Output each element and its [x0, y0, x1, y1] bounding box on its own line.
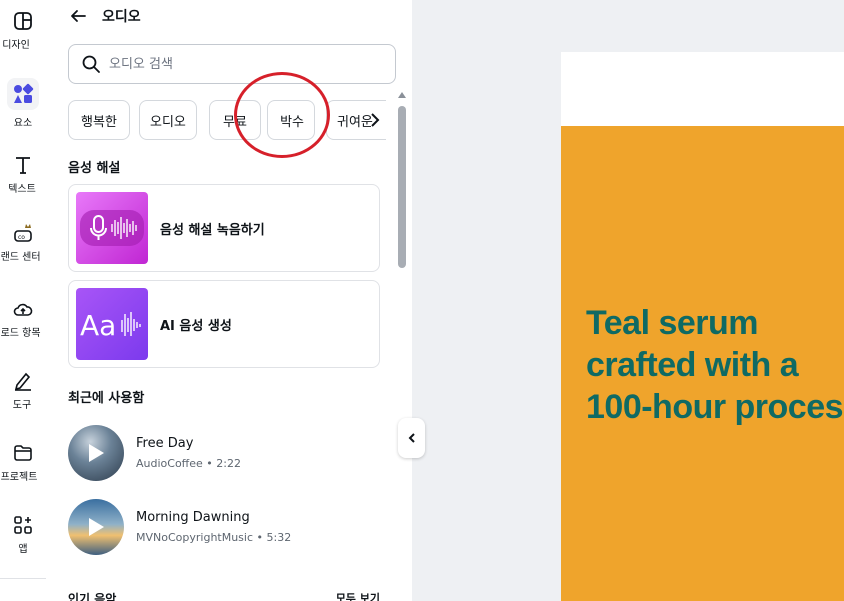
- voice-section-title: 음성 해설: [68, 161, 121, 176]
- ai-voice-text-icon: Aa: [80, 309, 141, 342]
- design-page-top[interactable]: [561, 52, 844, 126]
- left-rail: 디자인 요소 텍스트 co 브랜드 센터 업로드 항목 도구 프로젝트 앱: [0, 0, 46, 601]
- record-voiceover-label: 음성 해설 녹음하기: [160, 222, 265, 238]
- popular-music-header: 인기 음악 모두 보기: [68, 590, 380, 601]
- brand-center-icon: co: [14, 224, 32, 242]
- design-headline-text[interactable]: Teal serum crafted with a 100-hour proce…: [586, 302, 844, 428]
- see-all-link[interactable]: 모두 보기: [336, 590, 380, 601]
- track-meta: MVNoCopyrightMusic • 5:32: [136, 531, 292, 544]
- scroll-thumb[interactable]: [398, 106, 406, 268]
- audio-panel: 오디오 행복한 오디오 무료 박수 귀여운 음성 해설 음성 해설 녹음하기 A…: [46, 0, 412, 601]
- rail-item-tools[interactable]: 도구: [0, 370, 46, 411]
- rail-label-apps: 앱: [18, 544, 28, 555]
- popular-section-title: 인기 음악: [68, 592, 117, 601]
- rail-item-brand[interactable]: co 브랜드 센터: [0, 222, 46, 263]
- rail-divider: [0, 578, 46, 579]
- chip-happy[interactable]: 행복한: [68, 100, 130, 140]
- filter-chips: 행복한 오디오 무료 박수 귀여운: [68, 100, 386, 140]
- track-title: Morning Dawning: [136, 510, 250, 525]
- chevron-right-icon[interactable]: [366, 110, 384, 130]
- voiceover-thumbnail: [76, 192, 148, 264]
- rail-item-projects[interactable]: 프로젝트: [0, 442, 46, 483]
- track-item[interactable]: Free Day AudioCoffee • 2:22: [68, 423, 378, 483]
- panel-header: 오디오: [68, 4, 141, 28]
- design-layout-icon: [14, 12, 32, 30]
- rail-label-uploads: 업로드 항목: [0, 328, 41, 339]
- chip-audio[interactable]: 오디오: [139, 100, 197, 140]
- chevron-left-icon: [408, 433, 415, 443]
- rail-label-elements: 요소: [13, 118, 33, 129]
- elements-shapes-icon: [14, 83, 34, 103]
- scroll-up-icon[interactable]: [398, 92, 406, 98]
- rail-label-text: 텍스트: [8, 184, 36, 195]
- draw-tool-icon: [14, 372, 31, 391]
- apps-grid-icon: [14, 516, 32, 534]
- svg-text:Aa: Aa: [80, 309, 116, 342]
- rail-item-elements[interactable]: 요소: [0, 78, 46, 129]
- folder-icon: [14, 445, 32, 461]
- ai-voice-card[interactable]: Aa AI 음성 생성: [68, 280, 380, 368]
- track-item[interactable]: Morning Dawning MVNoCopyrightMusic • 5:3…: [68, 497, 378, 557]
- panel-scrollbar[interactable]: [398, 92, 406, 601]
- ai-voice-thumbnail: Aa: [76, 288, 148, 360]
- upload-cloud-icon: [13, 303, 33, 316]
- search-box[interactable]: [68, 44, 396, 84]
- ai-voice-label: AI 음성 생성: [160, 318, 232, 334]
- recent-section-title: 최근에 사용함: [68, 391, 145, 406]
- track-title: Free Day: [136, 436, 194, 451]
- track-thumbnail: [68, 499, 124, 555]
- rail-label-projects: 프로젝트: [0, 472, 38, 483]
- collapse-panel-button[interactable]: [398, 418, 425, 458]
- text-t-icon: [16, 157, 30, 174]
- rail-label-design: 디자인: [2, 40, 30, 51]
- panel-title: 오디오: [102, 9, 141, 25]
- rail-label-tools: 도구: [12, 400, 32, 411]
- rail-label-brand: 브랜드 센터: [0, 252, 41, 263]
- microphone-waveform-icon: [80, 210, 144, 246]
- play-icon[interactable]: [89, 518, 104, 536]
- svg-text:co: co: [18, 234, 25, 241]
- track-thumbnail: [68, 425, 124, 481]
- search-icon: [82, 55, 100, 73]
- back-arrow-icon[interactable]: [68, 6, 88, 26]
- rail-item-design[interactable]: 디자인: [0, 10, 46, 51]
- track-meta: AudioCoffee • 2:22: [136, 457, 241, 470]
- rail-item-apps[interactable]: 앱: [0, 514, 46, 555]
- highlight-circle-annotation: [234, 72, 330, 158]
- record-voiceover-card[interactable]: 음성 해설 녹음하기: [68, 184, 380, 272]
- search-input[interactable]: [109, 56, 369, 72]
- rail-item-text[interactable]: 텍스트: [0, 154, 46, 195]
- play-icon[interactable]: [89, 444, 104, 462]
- rail-item-uploads[interactable]: 업로드 항목: [0, 298, 46, 339]
